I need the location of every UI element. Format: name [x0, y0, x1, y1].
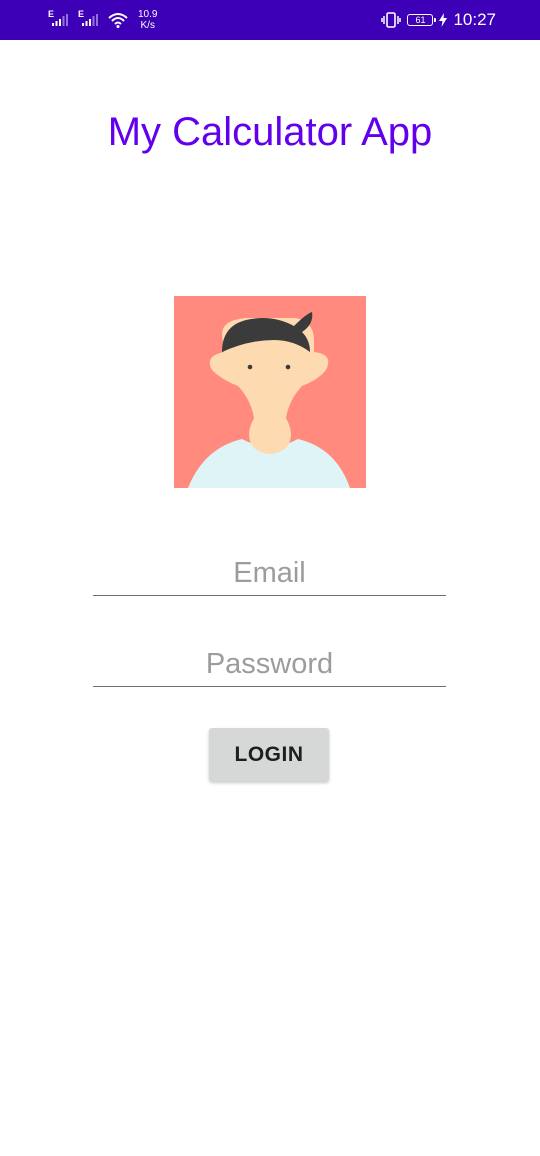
- network-speed: 10.9 K/s: [138, 9, 157, 31]
- login-button[interactable]: LOGIN: [209, 728, 329, 781]
- signal-icon: [52, 14, 68, 26]
- signal-icon: [82, 14, 98, 26]
- sim2-signal: E: [78, 9, 100, 30]
- sim1-signal: E: [48, 9, 70, 30]
- login-screen: E E 10.9 K/s 61 10:27 My Calculator App …: [0, 0, 540, 1156]
- network-speed-value: 10.9: [138, 9, 158, 20]
- email-input[interactable]: [93, 552, 446, 596]
- status-clock: 10:27: [453, 10, 496, 29]
- status-bar-left: E E 10.9 K/s: [48, 0, 157, 40]
- network-speed-unit: K/s: [140, 20, 155, 31]
- battery-level: 61: [415, 15, 426, 25]
- charging-icon: [439, 13, 448, 27]
- user-avatar-icon: [174, 296, 366, 488]
- password-input[interactable]: [93, 643, 446, 687]
- status-bar: E E 10.9 K/s 61 10:27: [0, 0, 540, 40]
- battery-icon: 61: [407, 14, 437, 26]
- status-bar-right: 61 10:27: [381, 0, 496, 40]
- wifi-icon: [108, 13, 128, 28]
- app-title: My Calculator App: [107, 110, 433, 154]
- vibrate-icon: [381, 12, 402, 28]
